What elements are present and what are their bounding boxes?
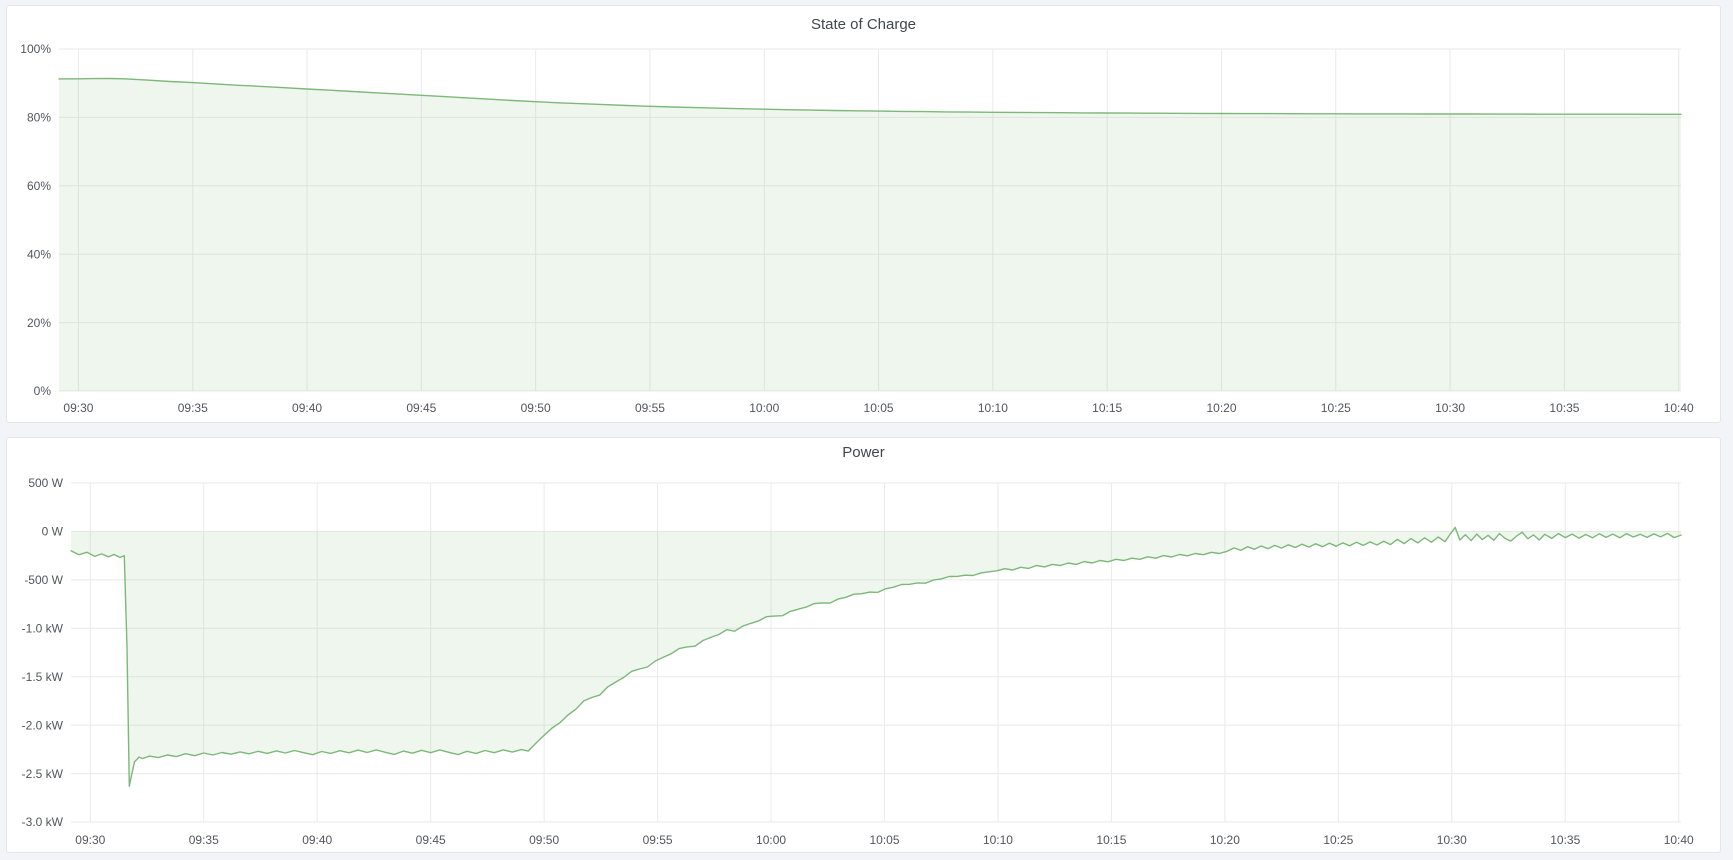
x-axis-tick-label: 10:15 (1096, 833, 1126, 847)
panel-state-of-charge: State of Charge 100%80%60%40%20%0%09:300… (6, 5, 1721, 423)
y-axis-tick-label: -2.0 kW (22, 718, 64, 732)
x-axis-tick-label: 09:45 (406, 401, 436, 415)
power-chart[interactable]: 500 W 0 W -500 W -1.0 kW -1.5 kW -2.0 kW -2.5 … (7, 438, 1720, 852)
x-axis-tick-label: 10:00 (756, 833, 786, 847)
x-axis-tick-label: 10:30 (1437, 833, 1467, 847)
y-axis-tick-label: -1.0 kW (22, 621, 64, 635)
x-axis-tick-label: 09:45 (416, 833, 446, 847)
x-axis-tick-label: 10:35 (1549, 401, 1579, 415)
x-axis-tick-label: 10:35 (1550, 833, 1580, 847)
panel-power: Power 500 W0 W-500 W-1.0 kW-1.5 kW-2.0 k… (6, 437, 1721, 853)
x-axis-tick-label: 10:40 (1664, 833, 1694, 847)
y-axis-tick-label: 20% (27, 316, 51, 330)
x-axis-tick-label: 09:55 (643, 833, 673, 847)
y-axis-tick-label: -500 W (24, 573, 63, 587)
y-axis-tick-label: -3.0 kW (22, 815, 64, 829)
y-axis-tick-label: 100% (20, 42, 51, 56)
x-axis-tick-label: 09:55 (635, 401, 665, 415)
x-axis-tick-label: 09:40 (292, 401, 322, 415)
x-axis-tick-label: 10:10 (978, 401, 1008, 415)
series-area (59, 79, 1681, 392)
x-axis-tick-label: 10:25 (1321, 401, 1351, 415)
x-axis-tick-label: 09:35 (189, 833, 219, 847)
x-axis-tick-label: 10:00 (749, 401, 779, 415)
y-axis-tick-label: 0% (34, 384, 52, 398)
y-axis-tick-label: -2.5 kW (22, 767, 64, 781)
x-axis-tick-label: 10:05 (869, 833, 899, 847)
x-axis-tick-label: 10:40 (1664, 401, 1694, 415)
x-axis-tick-label: 10:10 (983, 833, 1013, 847)
x-axis-tick-label: 09:40 (302, 833, 332, 847)
series-area (71, 527, 1681, 786)
y-axis-tick-label: 80% (27, 111, 51, 125)
y-axis-tick-label: 40% (27, 247, 51, 261)
x-axis-tick-label: 10:15 (1092, 401, 1122, 415)
x-axis-tick-label: 09:30 (75, 833, 105, 847)
x-axis-tick-label: 09:30 (63, 401, 93, 415)
x-axis-tick-label: 10:05 (864, 401, 894, 415)
y-axis-tick-label: 60% (27, 179, 51, 193)
y-axis-tick-label: 0 W (42, 525, 64, 539)
y-axis-tick-label: -1.5 kW (22, 670, 64, 684)
x-axis-tick-label: 09:50 (529, 833, 559, 847)
x-axis-tick-label: 10:20 (1206, 401, 1236, 415)
x-axis-tick-label: 09:35 (178, 401, 208, 415)
x-axis-tick-label: 10:25 (1323, 833, 1353, 847)
y-axis-tick-label: 500 W (28, 476, 63, 490)
x-axis-tick-label: 10:30 (1435, 401, 1465, 415)
state-of-charge-chart[interactable]: 100% 80% 60% 40% 20% 0% 09:30 09:35 09:40 09:45 09… (7, 6, 1720, 422)
x-axis-tick-label: 09:50 (521, 401, 551, 415)
x-axis-tick-label: 10:20 (1210, 833, 1240, 847)
